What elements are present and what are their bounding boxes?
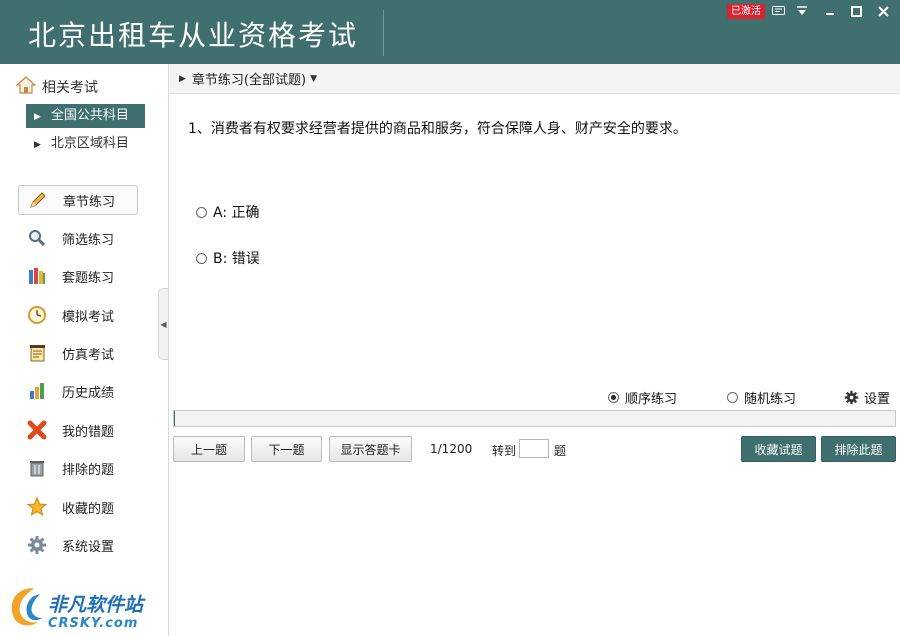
menu-favorite-questions[interactable]: 收藏的题 bbox=[18, 492, 138, 522]
caret-right-icon: ▶ bbox=[34, 140, 41, 150]
option-label: B: 错误 bbox=[213, 251, 260, 267]
menu-label: 历史成绩 bbox=[62, 385, 115, 401]
mode-radio[interactable] bbox=[727, 392, 738, 403]
related-exams-header[interactable]: 相关考试 bbox=[15, 76, 98, 98]
exclude-question-button[interactable]: 排除此题 bbox=[821, 436, 896, 462]
menu-label: 系统设置 bbox=[62, 539, 115, 555]
menu-mock-exam[interactable]: 模拟考试 bbox=[18, 300, 138, 330]
logo-cn-text: 非凡软件站 bbox=[48, 594, 144, 616]
sidebar-divider bbox=[168, 64, 169, 636]
goto-question-input[interactable] bbox=[519, 439, 549, 458]
title-bar: 北京出租车从业资格考试 已激活 bbox=[0, 0, 900, 64]
mode-random[interactable]: 随机练习 bbox=[727, 388, 796, 407]
mode-label: 顺序练习 bbox=[625, 392, 678, 407]
crsky-swirl-icon bbox=[11, 588, 42, 626]
menu-set-practice[interactable]: 套题练习 bbox=[18, 261, 138, 291]
star-icon bbox=[26, 496, 48, 518]
goto-label: 转到 bbox=[492, 444, 517, 458]
menu-label: 我的错题 bbox=[62, 424, 115, 440]
bar-chart-icon bbox=[26, 380, 48, 402]
sidebar-collapse-handle[interactable]: ◀ bbox=[158, 288, 168, 360]
caret-right-icon: ▶ bbox=[34, 112, 41, 122]
menu-filter-practice[interactable]: 筛选练习 bbox=[18, 223, 138, 253]
progress-fill bbox=[174, 411, 175, 426]
menu-history-scores[interactable]: 历史成绩 bbox=[18, 376, 138, 406]
close-icon[interactable] bbox=[873, 2, 893, 20]
chevron-down-icon[interactable]: ▼ bbox=[310, 74, 317, 84]
crsky-logo: 非凡软件站 CRSKY.com bbox=[2, 580, 146, 634]
settings-label: 设置 bbox=[864, 392, 891, 407]
menu-label: 收藏的题 bbox=[62, 501, 115, 517]
red-x-icon bbox=[26, 419, 48, 441]
gear-icon bbox=[844, 390, 859, 405]
gear-icon bbox=[26, 534, 48, 556]
books-icon bbox=[26, 265, 48, 287]
progress-bar bbox=[173, 410, 896, 427]
mode-label: 随机练习 bbox=[744, 392, 797, 407]
minimize-icon[interactable] bbox=[820, 2, 840, 20]
show-answer-card-button[interactable]: 显示答题卡 bbox=[329, 436, 412, 462]
sidebar: 相关考试 ▶ 全国公共科目 ▶ 北京区域科目 章节练习 筛选练习 套题练习 模拟考试… bbox=[0, 64, 158, 636]
question-text: 1、消费者有权要求经营者提供的商品和服务，符合保障人身、财产安全的要求。 bbox=[188, 121, 687, 137]
related-exams-label: 相关考试 bbox=[42, 80, 98, 96]
breadcrumb-label[interactable]: 章节练习(全部试题) bbox=[192, 69, 306, 88]
feedback-icon[interactable] bbox=[768, 2, 788, 20]
pencil-icon bbox=[27, 189, 49, 211]
menu-excluded-questions[interactable]: 排除的题 bbox=[18, 453, 138, 483]
option-a[interactable]: A: 正确 bbox=[196, 202, 260, 222]
menu-label: 排除的题 bbox=[62, 462, 115, 478]
menu-label: 套题练习 bbox=[62, 270, 115, 286]
title-separator bbox=[383, 10, 384, 56]
option-radio[interactable] bbox=[196, 206, 207, 218]
subject-label: 全国公共科目 bbox=[50, 108, 129, 123]
menu-label: 模拟考试 bbox=[62, 309, 115, 325]
subject-beijing-regional[interactable]: ▶ 北京区域科目 bbox=[26, 132, 145, 156]
settings-button[interactable]: 设置 bbox=[844, 388, 890, 407]
menu-simulation-exam[interactable]: 仿真考试 bbox=[18, 338, 138, 368]
menu-label: 章节练习 bbox=[63, 194, 116, 210]
magnifier-icon bbox=[26, 227, 48, 249]
app-title: 北京出租车从业资格考试 bbox=[28, 19, 359, 52]
menu-dropdown-icon[interactable] bbox=[792, 2, 812, 20]
goto-suffix: 题 bbox=[554, 444, 567, 458]
caret-right-icon: ▶ bbox=[179, 73, 186, 84]
logo-en-text: CRSKY.com bbox=[48, 616, 139, 631]
menu-label: 仿真考试 bbox=[62, 347, 115, 363]
menu-my-mistakes[interactable]: 我的错题 bbox=[18, 415, 138, 445]
notepad-icon bbox=[26, 342, 48, 364]
subject-label: 北京区域科目 bbox=[50, 136, 129, 151]
option-radio[interactable] bbox=[196, 252, 207, 264]
breadcrumb: ▶ 章节练习(全部试题) ▼ bbox=[169, 64, 900, 94]
option-label: A: 正确 bbox=[213, 205, 260, 221]
mode-radio[interactable] bbox=[608, 392, 619, 403]
favorite-question-button[interactable]: 收藏试题 bbox=[741, 436, 816, 462]
prev-question-button[interactable]: 上一题 bbox=[173, 436, 245, 462]
trash-icon bbox=[26, 457, 48, 479]
maximize-icon[interactable] bbox=[846, 2, 866, 20]
question-counter: 1/1200 bbox=[430, 442, 473, 456]
clock-icon bbox=[26, 304, 48, 326]
next-question-button[interactable]: 下一题 bbox=[251, 436, 322, 462]
activated-badge: 已激活 bbox=[727, 4, 765, 19]
home-icon bbox=[15, 76, 37, 98]
mode-sequential[interactable]: 顺序练习 bbox=[608, 388, 677, 407]
menu-system-settings[interactable]: 系统设置 bbox=[18, 530, 138, 560]
subject-national-public[interactable]: ▶ 全国公共科目 bbox=[26, 104, 145, 128]
menu-chapter-practice[interactable]: 章节练习 bbox=[18, 185, 138, 215]
caret-left-icon: ◀ bbox=[160, 319, 167, 329]
option-b[interactable]: B: 错误 bbox=[196, 248, 260, 268]
menu-label: 筛选练习 bbox=[62, 232, 115, 248]
